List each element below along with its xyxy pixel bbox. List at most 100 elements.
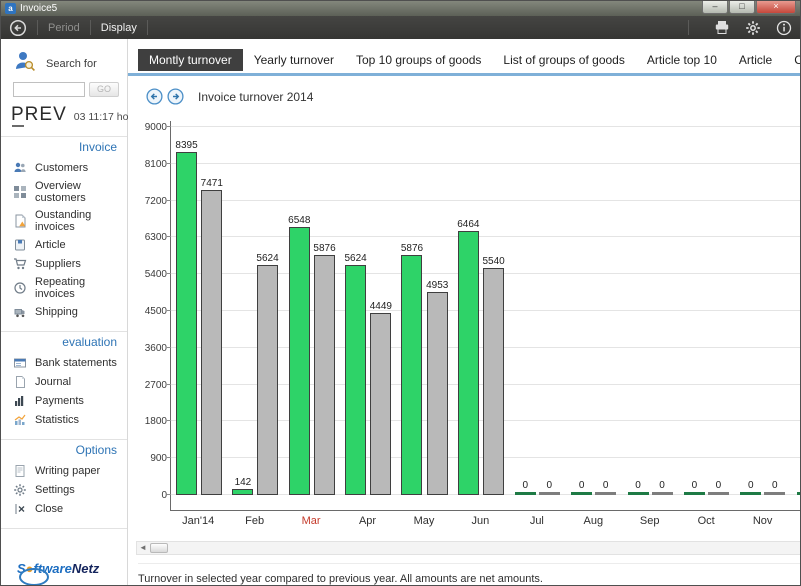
menu-display[interactable]: Display (101, 22, 137, 34)
close-button[interactable]: × (756, 1, 796, 14)
go-button[interactable]: GO (89, 82, 119, 97)
scroll-left-icon[interactable]: ◄ (137, 542, 149, 554)
x-axis-label-jun: Jun (452, 515, 508, 527)
bar-group-may: 58764953 (396, 243, 452, 495)
toolbar-separator (37, 20, 38, 35)
sidebar-item-shipping[interactable]: Shipping (1, 302, 127, 321)
sidebar-item-repeating-invoices[interactable]: Repeating invoices (1, 273, 127, 302)
sidebar-item-journal[interactable]: Journal (1, 372, 127, 391)
back-icon[interactable] (9, 19, 27, 37)
x-axis-label-mar: Mar (283, 515, 339, 527)
sidebar-item-payments[interactable]: Payments (1, 391, 127, 410)
bar-value-label: 0 (547, 480, 553, 491)
sidebar-item-label: Repeating invoices (35, 276, 123, 300)
scrollbar-thumb[interactable] (150, 543, 168, 553)
bar (427, 292, 448, 495)
bar-wrap: 0 (708, 480, 729, 495)
minimize-button[interactable]: – (702, 1, 728, 14)
bar (289, 227, 310, 495)
bar-group-jun: 64645540 (453, 219, 509, 495)
bar (370, 313, 391, 495)
gear-icon[interactable] (745, 20, 761, 36)
bar (628, 492, 649, 495)
bar-wrap: 4449 (370, 301, 392, 495)
menu-period[interactable]: Period (48, 22, 80, 34)
x-axis-label-nov: Nov (734, 515, 790, 527)
sidebar-item-label: Statistics (35, 414, 79, 426)
sidebar-item-close[interactable]: Close (1, 499, 127, 518)
tab-article-top-10[interactable]: Article top 10 (636, 49, 728, 71)
bank-statement-icon (13, 356, 27, 370)
tab-list-of-groups-of-goods[interactable]: List of groups of goods (492, 49, 635, 71)
sidebar-item-bank-statements[interactable]: Bank statements (1, 353, 127, 372)
grid-icon (13, 185, 27, 199)
chart-title: Invoice turnover 2014 (198, 90, 313, 104)
bar-value-label: 142 (235, 477, 252, 488)
sidebar-item-writing-paper[interactable]: Writing paper (1, 461, 127, 480)
prev-label[interactable]: PREV (11, 104, 67, 126)
sidebar-item-label: Bank statements (35, 357, 117, 369)
x-axis-label-may: May (396, 515, 452, 527)
bar (652, 492, 673, 495)
sidebar-item-label: Payments (35, 395, 84, 407)
tab-customers[interactable]: Customers (783, 49, 801, 71)
users-icon (13, 161, 27, 175)
maximize-button[interactable]: □ (729, 1, 755, 14)
prev-period-icon[interactable] (146, 88, 163, 105)
bar-group-jan-14: 83957471 (171, 140, 227, 495)
bar-wrap: 0 (628, 480, 649, 495)
bar-value-label: 0 (772, 480, 778, 491)
bar-value-label: 0 (659, 480, 665, 491)
bar-wrap: 0 (797, 480, 801, 495)
sidebar-item-suppliers[interactable]: Suppliers (1, 254, 127, 273)
tab-yearly-turnover[interactable]: Yearly turnover (243, 49, 345, 71)
next-period-icon[interactable] (167, 88, 184, 105)
toolbar: Period Display (1, 16, 800, 39)
bar-group-jul: 00 (509, 480, 565, 495)
print-icon[interactable] (714, 20, 730, 35)
bar (571, 492, 592, 495)
toolbar-separator (147, 20, 148, 35)
info-icon[interactable] (776, 20, 792, 36)
app-window: a Invoice5 – □ × Period Display (0, 0, 801, 586)
bar-wrap: 5876 (401, 243, 423, 495)
y-axis-label: 5400 (133, 269, 167, 280)
bar (539, 492, 560, 495)
y-axis-label: 3600 (133, 343, 167, 354)
bar-wrap: 0 (652, 480, 673, 495)
sidebar-item-settings[interactable]: Settings (1, 480, 127, 499)
main-panel: Montly turnoverYearly turnoverTop 10 gro… (128, 39, 801, 585)
section-header-evaluation: evaluation (1, 332, 127, 353)
bar-value-label: 0 (716, 480, 722, 491)
tab-article[interactable]: Article (728, 49, 783, 71)
bar-value-label: 4449 (370, 301, 392, 312)
sidebar-item-article[interactable]: Article (1, 235, 127, 254)
bar-wrap: 142 (232, 477, 253, 495)
toolbar-separator (688, 20, 689, 35)
bar-group-aug: 00 (566, 480, 622, 495)
bar-value-label: 0 (579, 480, 585, 491)
sidebar-section-options: OptionsWriting paperSettingsClose (1, 439, 127, 518)
sidebar-item-oustanding-invoices[interactable]: Oustanding invoices (1, 206, 127, 235)
statistics-chart-icon (13, 413, 27, 427)
bar-value-label: 5540 (482, 256, 504, 267)
y-axis-label: 8100 (133, 159, 167, 170)
app-icon: a (5, 3, 16, 14)
tab-montly-turnover[interactable]: Montly turnover (138, 49, 243, 71)
sidebar-item-overview-customers[interactable]: Overview customers (1, 177, 127, 206)
sidebar-sections: InvoiceCustomersOverview customersOustan… (1, 136, 127, 518)
sidebar-item-statistics[interactable]: Statistics (1, 410, 127, 429)
sidebar-item-customers[interactable]: Customers (1, 158, 127, 177)
logo-suffix: Netz (72, 561, 99, 576)
y-axis-label: 2700 (133, 380, 167, 391)
bar-value-label: 5624 (256, 253, 278, 264)
bar-value-label: 0 (523, 480, 529, 491)
y-axis-label: 7200 (133, 196, 167, 207)
footer-note: Turnover in selected year compared to pr… (138, 563, 801, 585)
horizontal-scrollbar[interactable]: ◄ ► (136, 541, 801, 555)
search-input[interactable] (13, 82, 85, 97)
bar-value-label: 5876 (313, 243, 335, 254)
bar (176, 152, 197, 495)
tab-top-10-groups-of-goods[interactable]: Top 10 groups of goods (345, 49, 492, 71)
handtruck-icon (13, 305, 27, 319)
